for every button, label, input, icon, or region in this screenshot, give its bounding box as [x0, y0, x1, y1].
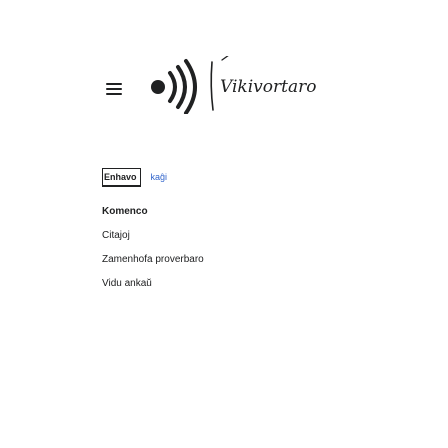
- menu-item-proverbs[interactable]: Zamenhofa proverbaro: [102, 254, 362, 266]
- tab-talk[interactable]: kaĝi: [151, 169, 168, 185]
- menu-item-quotes[interactable]: Citajoj: [102, 230, 362, 242]
- menu-bar-top: [106, 83, 122, 85]
- header: Vikivortaro: [0, 18, 448, 128]
- site-logo-link[interactable]: Vikivortaro: [144, 56, 366, 114]
- tab-article[interactable]: Enhavo: [102, 167, 141, 187]
- menu-item-home[interactable]: Komenco: [102, 206, 362, 218]
- site-wordmark: Vikivortaro: [210, 56, 316, 111]
- logo-wordmark-text: Vikivortaro: [220, 77, 316, 97]
- hamburger-menu-icon[interactable]: [102, 78, 126, 100]
- menu-bar-bottom: [106, 93, 122, 95]
- page-tabs: Enhavo kaĝi: [102, 167, 167, 187]
- wikimedia-sound-waves-icon: [151, 59, 197, 114]
- menu-item-see-also[interactable]: Vidu ankaŭ: [102, 278, 362, 290]
- navigation-menu: Komenco Citajoj Zamenhofa proverbaro Vid…: [102, 206, 362, 290]
- menu-bar-middle: [106, 88, 122, 90]
